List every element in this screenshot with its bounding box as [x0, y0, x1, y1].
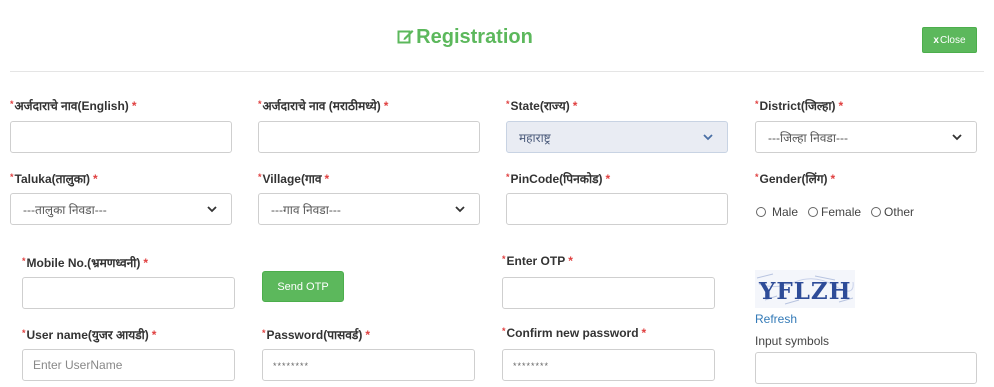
- district-select[interactable]: ---जिल्हा निवडा---: [755, 121, 977, 153]
- village-select[interactable]: ---गाव निवडा---: [258, 193, 480, 225]
- required-marker: *: [131, 99, 137, 113]
- close-button-label: Close: [939, 34, 966, 46]
- pincode-input[interactable]: [506, 193, 728, 225]
- required-marker: *: [755, 172, 759, 182]
- required-marker: *: [10, 172, 14, 182]
- confirm-password-input[interactable]: [502, 349, 715, 381]
- required-marker: *: [22, 256, 26, 266]
- state-select-value: महाराष्ट्र: [519, 130, 551, 145]
- village-select-value: ---गाव निवडा---: [271, 202, 341, 217]
- required-marker: *: [262, 328, 266, 338]
- required-marker: *: [143, 256, 149, 270]
- required-marker: *: [502, 254, 506, 264]
- applicant-name-mr-input[interactable]: [258, 121, 480, 153]
- modal-header: Registration x Close: [0, 0, 994, 72]
- required-marker: *: [258, 99, 262, 109]
- captcha-input-label: Input symbols: [755, 334, 830, 348]
- password-input[interactable]: [262, 349, 475, 381]
- required-marker: *: [838, 99, 844, 113]
- village-label: *Village(गाव *: [258, 172, 330, 186]
- mobile-input[interactable]: [22, 277, 235, 309]
- otp-label: *Enter OTP *: [502, 254, 573, 268]
- required-marker: *: [10, 99, 14, 109]
- mobile-label: *Mobile No.(भ्रमणध्वनी) *: [22, 256, 149, 270]
- required-marker: *: [572, 99, 578, 113]
- radio-circle[interactable]: [756, 207, 766, 217]
- chevron-down-icon: [453, 202, 467, 216]
- header-divider: [10, 71, 984, 72]
- radio-circle[interactable]: [808, 207, 819, 217]
- edit-icon: [397, 28, 414, 51]
- required-marker: *: [568, 254, 573, 268]
- required-marker: *: [506, 99, 510, 109]
- gender-radio-male[interactable]: Male: [756, 205, 798, 219]
- gender-label: *Gender(लिंग) *: [755, 172, 836, 186]
- required-marker: *: [830, 172, 836, 186]
- chevron-down-icon: [701, 130, 715, 144]
- chevron-down-icon: [205, 202, 219, 216]
- password-label: *Password(पासवर्ड) *: [262, 328, 370, 342]
- captcha-text: YFLZH: [758, 278, 851, 305]
- required-marker: *: [506, 172, 510, 182]
- pincode-label: *PinCode(पिनकोड) *: [506, 172, 611, 186]
- taluka-label: *Taluka(तालुका) *: [10, 172, 98, 186]
- required-marker: *: [641, 326, 647, 340]
- state-select[interactable]: महाराष्ट्र: [506, 121, 728, 153]
- close-icon: x: [933, 34, 939, 46]
- required-marker: *: [383, 99, 389, 113]
- confirm-password-label: *Confirm new password *: [502, 326, 647, 340]
- required-marker: *: [22, 328, 26, 338]
- applicant-name-mr-label: *अर्जदाराचे नाव (मराठीमध्ये) *: [258, 99, 389, 113]
- page-title: Registration: [0, 26, 930, 51]
- send-otp-button[interactable]: Send OTP: [262, 271, 344, 302]
- username-input[interactable]: [22, 349, 235, 381]
- chevron-down-icon: [950, 130, 964, 144]
- district-label: *District(जिल्हा) *: [755, 99, 844, 113]
- required-marker: *: [151, 328, 157, 342]
- radio-circle[interactable]: [871, 207, 882, 217]
- required-marker: *: [324, 172, 330, 186]
- gender-radio-female[interactable]: Female: [808, 205, 861, 219]
- required-marker: *: [365, 328, 370, 342]
- captcha-input[interactable]: [755, 352, 977, 384]
- required-marker: *: [605, 172, 611, 186]
- required-marker: *: [755, 99, 759, 109]
- district-select-value: ---जिल्हा निवडा---: [768, 130, 848, 145]
- required-marker: *: [258, 172, 262, 182]
- close-button[interactable]: x Close: [922, 27, 977, 53]
- required-marker: *: [93, 172, 98, 186]
- captcha-image: YFLZH: [755, 270, 855, 308]
- applicant-name-en-label: *अर्जदाराचे नाव(English) *: [10, 99, 137, 113]
- captcha-refresh-link[interactable]: Refresh: [755, 312, 797, 326]
- required-marker: *: [502, 326, 506, 336]
- page-title-text: Registration: [416, 26, 533, 48]
- username-label: *User name(युजर आयडी) *: [22, 328, 157, 342]
- taluka-select[interactable]: ---तालुका निवडा---: [10, 193, 232, 225]
- gender-radio-other[interactable]: Other: [871, 205, 914, 219]
- taluka-select-value: ---तालुका निवडा---: [23, 202, 107, 217]
- otp-input[interactable]: [502, 277, 715, 309]
- state-label: *State(राज्य) *: [506, 99, 578, 113]
- gender-radio-group: Male Female Other: [756, 205, 914, 219]
- applicant-name-en-input[interactable]: [10, 121, 232, 153]
